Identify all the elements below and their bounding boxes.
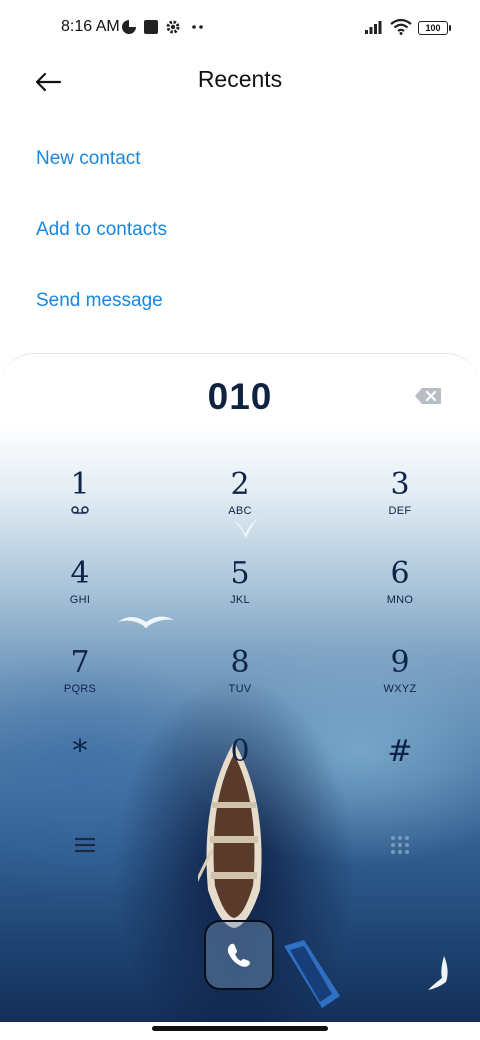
- keypad-icon: [391, 836, 409, 854]
- phone-icon: [227, 943, 250, 967]
- key-digit: *: [72, 734, 88, 769]
- key-digit: 4: [70, 556, 90, 591]
- status-time: 8:16 AM: [61, 18, 120, 35]
- call-button[interactable]: [204, 920, 274, 990]
- backspace-icon: [415, 388, 441, 404]
- keypad-toggle-button[interactable]: [385, 830, 415, 860]
- key-letters: GHI: [69, 594, 91, 606]
- menu-button[interactable]: [70, 832, 100, 858]
- key-letters: JKL: [230, 594, 250, 606]
- key-8[interactable]: 8 TUV: [190, 646, 290, 726]
- status-bar: 8:16 AM 100: [0, 0, 480, 56]
- seagull-decoration: [428, 956, 448, 990]
- more-notifications-icon: [191, 18, 205, 36]
- key-digit: 5: [230, 556, 250, 591]
- battery-icon: 100: [418, 21, 451, 35]
- wifi-icon: [390, 18, 412, 36]
- key-digit: #: [387, 734, 413, 769]
- key-digit: 8: [230, 645, 250, 680]
- key-letters: PQRS: [63, 683, 97, 695]
- dialed-number: 010: [207, 376, 273, 417]
- dialer-panel: 010 1 2 ABC 3 DEF 4 GHI 5 JKL 6 MNO 7 PQ…: [0, 353, 480, 1022]
- add-to-contacts-link[interactable]: Add to contacts: [36, 219, 167, 241]
- backspace-button[interactable]: [414, 387, 442, 405]
- key-7[interactable]: 7 PQRS: [30, 646, 130, 726]
- key-digit: 6: [390, 556, 410, 591]
- key-1[interactable]: 1: [30, 468, 130, 548]
- key-letters: TUV: [228, 683, 252, 695]
- key-0[interactable]: 0: [190, 735, 290, 815]
- small-boat-decoration: [284, 940, 340, 1008]
- key-digit: 7: [70, 645, 90, 680]
- key-3[interactable]: 3 DEF: [350, 468, 450, 548]
- key-letters: MNO: [386, 594, 414, 606]
- home-indicator[interactable]: [152, 1026, 328, 1031]
- menu-icon: [74, 837, 96, 853]
- key-5[interactable]: 5 JKL: [190, 557, 290, 637]
- voicemail-icon: [30, 505, 130, 517]
- send-message-link[interactable]: Send message: [36, 290, 163, 312]
- key-9[interactable]: 9 WXYZ: [350, 646, 450, 726]
- app-notification-icon: [143, 18, 159, 36]
- data-saver-icon: [121, 18, 137, 36]
- key-2[interactable]: 2 ABC: [190, 468, 290, 548]
- key-digit: 9: [390, 645, 410, 680]
- key-letters: WXYZ: [383, 683, 417, 695]
- key-star[interactable]: *: [30, 735, 130, 815]
- key-4[interactable]: 4 GHI: [30, 557, 130, 637]
- key-digit: 3: [390, 467, 410, 502]
- signal-icon: [364, 18, 386, 36]
- key-letters: ABC: [228, 505, 252, 517]
- page-title: Recents: [197, 66, 283, 92]
- key-letters: DEF: [388, 505, 412, 517]
- key-digit: 0: [230, 734, 250, 769]
- key-digit: 1: [70, 467, 90, 502]
- key-digit: 2: [230, 467, 250, 502]
- gear-icon: [165, 18, 181, 36]
- key-hash[interactable]: #: [350, 735, 450, 815]
- new-contact-link[interactable]: New contact: [36, 148, 141, 170]
- key-6[interactable]: 6 MNO: [350, 557, 450, 637]
